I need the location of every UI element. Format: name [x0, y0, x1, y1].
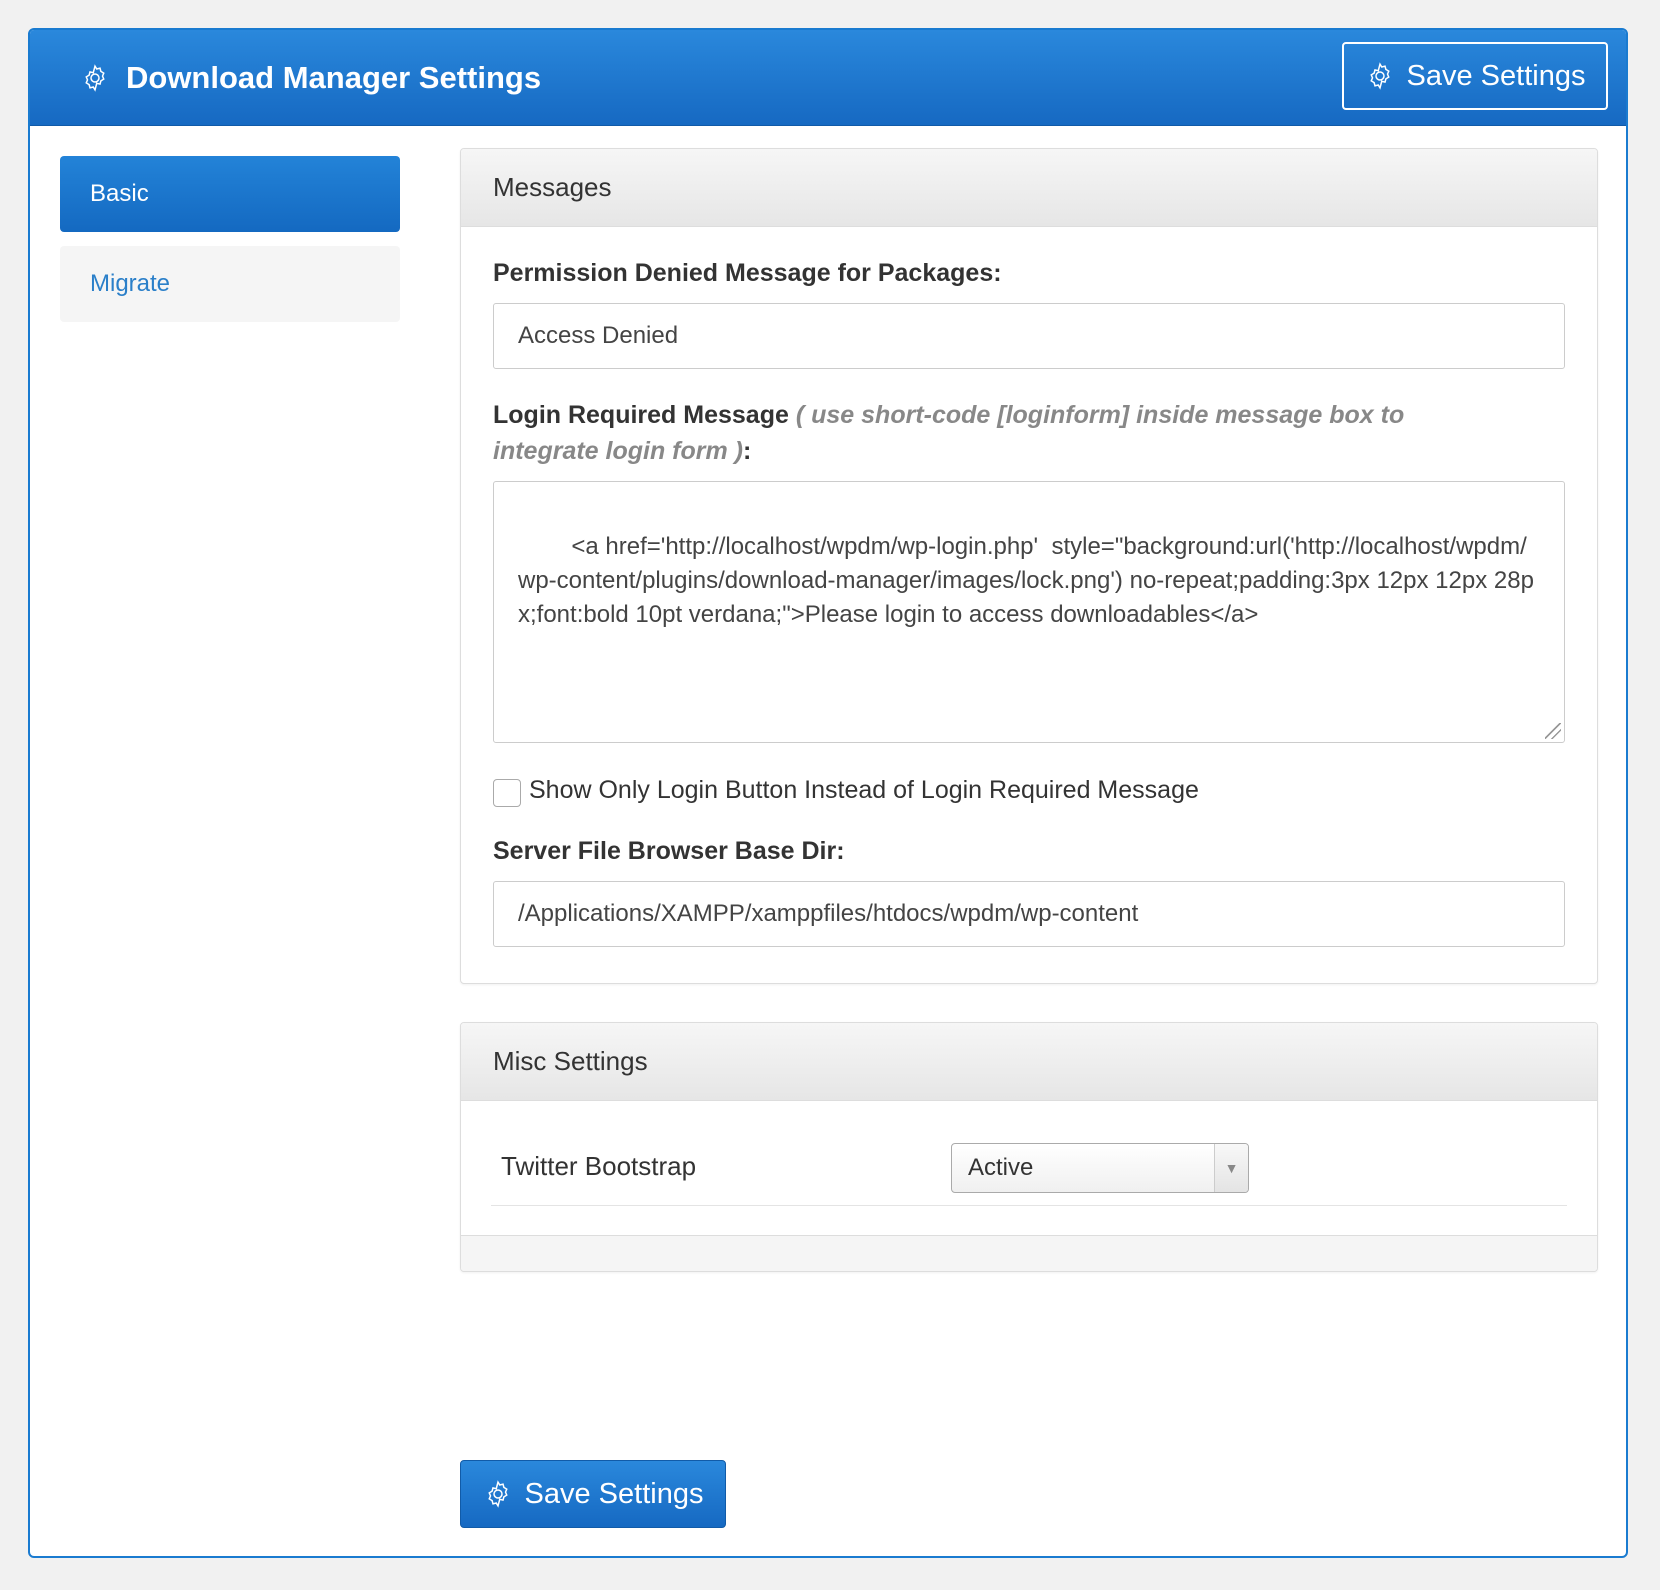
permission-message-value: Access Denied — [518, 322, 679, 349]
permission-label: Permission Denied Message for Packages: — [493, 259, 1002, 287]
messages-body: Permission Denied Message for Packages: … — [461, 259, 1597, 947]
resize-handle-icon[interactable] — [1545, 723, 1561, 739]
bootstrap-select[interactable]: Active ▼ — [951, 1143, 1249, 1193]
misc-card-footer — [461, 1235, 1597, 1271]
gear-icon — [1365, 61, 1395, 91]
save-settings-label: Save Settings — [524, 1477, 704, 1510]
misc-body: Twitter Bootstrap Active ▼ — [461, 1101, 1597, 1235]
gear-icon — [80, 63, 110, 93]
nav-item-label: Migrate — [90, 270, 171, 297]
nav-item-basic[interactable]: Basic — [60, 156, 400, 232]
gear-icon — [483, 1479, 513, 1509]
login-label-colon: : — [743, 437, 752, 465]
settings-panel: Download Manager Settings Save Settings … — [28, 28, 1628, 1558]
save-settings-label: Save Settings — [1406, 59, 1586, 92]
page-title: Download Manager Settings — [80, 30, 541, 126]
login-message-textarea[interactable]: <a href='http://localhost/wpdm/wp-login.… — [493, 481, 1565, 743]
permission-message-input[interactable]: Access Denied — [493, 303, 1565, 369]
show-login-button-label[interactable]: Show Only Login Button Instead of Login … — [529, 776, 1199, 805]
show-login-button-row: Show Only Login Button Instead of Login … — [493, 773, 1565, 807]
bootstrap-select-value: Active — [968, 1154, 1034, 1181]
save-settings-button-bottom[interactable]: Save Settings — [460, 1460, 726, 1528]
card-title: Misc Settings — [461, 1023, 1597, 1101]
page-title-text: Download Manager Settings — [126, 60, 542, 95]
login-label-row: Login Required Message ( use short-code … — [493, 397, 1493, 469]
messages-card: Messages Permission Denied Message for P… — [460, 148, 1598, 984]
header-bar: Download Manager Settings Save Settings — [30, 30, 1626, 126]
basedir-value: /Applications/XAMPP/xamppfiles/htdocs/wp… — [518, 900, 1139, 927]
basedir-input[interactable]: /Applications/XAMPP/xamppfiles/htdocs/wp… — [493, 881, 1565, 947]
nav-item-label: Basic — [90, 180, 149, 207]
login-label: Login Required Message — [493, 401, 789, 429]
settings-nav: Basic Migrate — [60, 156, 400, 336]
chevron-down-icon: ▼ — [1214, 1144, 1248, 1192]
misc-settings-card: Misc Settings Twitter Bootstrap Active ▼ — [460, 1022, 1598, 1272]
show-login-button-checkbox[interactable] — [493, 779, 521, 807]
save-settings-button-top[interactable]: Save Settings — [1342, 42, 1608, 110]
basedir-label: Server File Browser Base Dir: — [493, 837, 845, 865]
card-title: Messages — [461, 149, 1597, 227]
bootstrap-label: Twitter Bootstrap — [501, 1151, 697, 1181]
nav-item-migrate[interactable]: Migrate — [60, 246, 400, 322]
login-message-value: <a href='http://localhost/wpdm/wp-login.… — [518, 533, 1534, 628]
misc-divider — [491, 1205, 1567, 1206]
